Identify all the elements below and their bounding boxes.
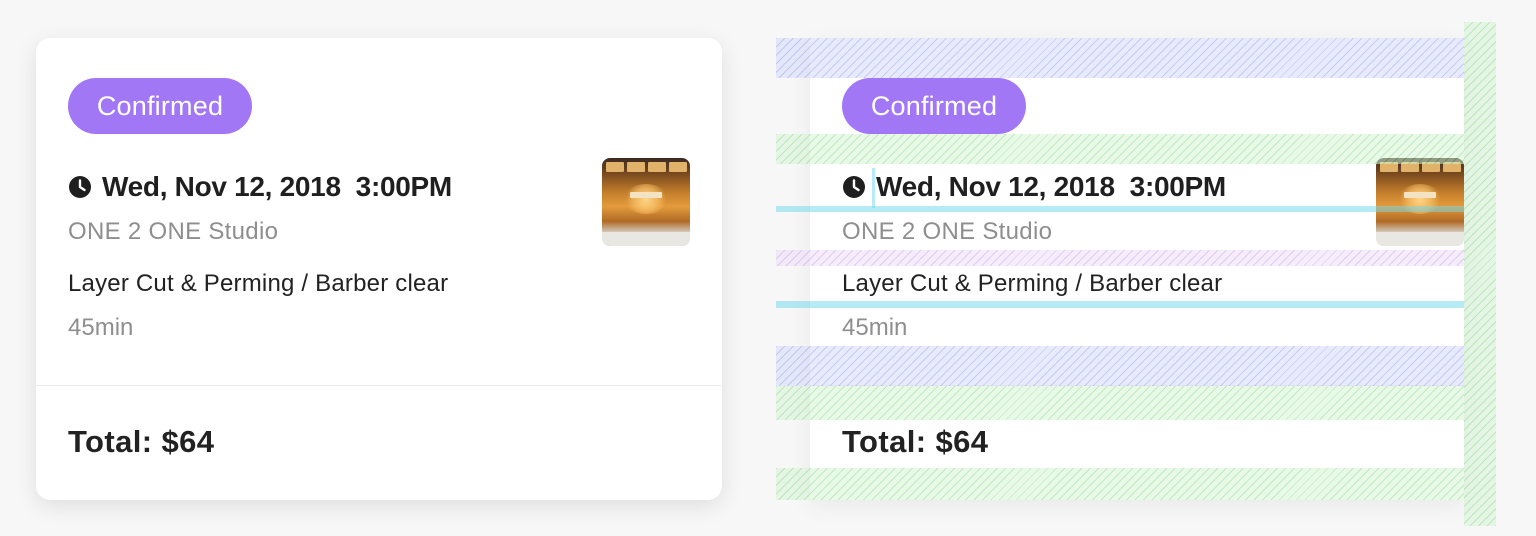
- spacing-overlay-top: [776, 38, 1464, 78]
- status-badge: Confirmed: [842, 78, 1026, 134]
- spacing-overlay-icon-gap: [872, 168, 875, 208]
- appointment-datetime: Wed, Nov 12, 2018 3:00PM: [876, 171, 1226, 202]
- clock-icon: [843, 176, 865, 198]
- spacing-overlay-footer-top: [776, 386, 1464, 420]
- studio-name: ONE 2 ONE Studio: [842, 218, 1053, 245]
- service-name: Layer Cut & Perming / Barber clear: [68, 270, 449, 297]
- spacing-overlay-content-bottom: [776, 346, 1464, 386]
- service-duration: 45min: [68, 314, 134, 341]
- spacing-overlay-right-margin: [1464, 22, 1496, 526]
- service-duration: 45min: [842, 314, 908, 341]
- studio-name: ONE 2 ONE Studio: [68, 218, 279, 245]
- spacing-overlay-thumb-gap: [1376, 206, 1464, 212]
- spacing-overlay-date-gap: [776, 206, 1376, 212]
- datetime-row: Wed, Nov 12, 2018 3:00PM: [842, 170, 1226, 204]
- booking-card-spec: Confirmed Wed, Nov 12, 2018 3:00PM ONE 2…: [810, 38, 1464, 500]
- total-price: Total: $64: [68, 424, 215, 459]
- total-price: Total: $64: [842, 424, 989, 459]
- spacing-overlay-section-gap: [776, 250, 1464, 266]
- studio-thumbnail: [602, 158, 690, 246]
- spacing-overlay-badge-gap: [776, 134, 1464, 164]
- spacing-overlay-footer-bottom: [776, 468, 1464, 500]
- datetime-row: Wed, Nov 12, 2018 3:00PM: [68, 170, 452, 204]
- status-badge: Confirmed: [68, 78, 252, 134]
- clock-icon: [69, 176, 91, 198]
- appointment-datetime: Wed, Nov 12, 2018 3:00PM: [102, 171, 452, 202]
- spacing-overlay-service-gap: [776, 301, 1464, 308]
- studio-thumbnail: [1376, 158, 1464, 246]
- service-name: Layer Cut & Perming / Barber clear: [842, 270, 1223, 297]
- booking-card[interactable]: Confirmed Wed, Nov 12, 2018 3:00PM ONE 2…: [36, 38, 722, 500]
- divider: [36, 385, 722, 386]
